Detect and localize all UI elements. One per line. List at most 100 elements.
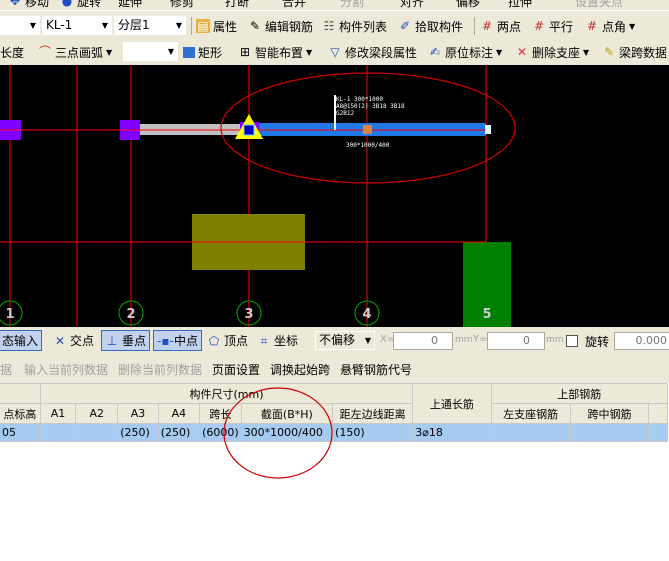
drawing-canvas[interactable]: KL-1 300*1000 A8@150(2) 3B18 3B18 G2B12 … (0, 65, 669, 327)
arc-dropdown[interactable]: ▼ (123, 42, 178, 61)
offset-dropdown[interactable]: 不偏移 ▼ (315, 331, 375, 350)
label: 构件列表 (339, 19, 388, 34)
menu-item[interactable]: 页面设置 (212, 361, 260, 378)
header-cell: 跨中钢筋 (569, 403, 650, 424)
midpoint-grip[interactable] (363, 125, 372, 134)
table-cell[interactable]: (150) (332, 423, 414, 442)
table-cell[interactable]: (250) (117, 423, 159, 442)
table-cell[interactable]: 3⌀18 (412, 423, 492, 442)
header-group-top-rebar: 上部钢筋 (490, 383, 669, 404)
parallel-icon: # (533, 19, 545, 33)
label: 原位标注 (445, 45, 494, 60)
label: 拉伸 (508, 0, 533, 9)
rotate-icon: ● (61, 0, 73, 8)
midpoint-snap[interactable]: -▪- 中点 (153, 330, 203, 351)
header-cell: A1 (39, 403, 77, 424)
two-point-button[interactable]: # 两点 (480, 16, 521, 36)
delete-support-button[interactable]: ✕ 删除支座 ▼ (515, 42, 589, 62)
annotation-line: KL-1 300*1000 (336, 96, 383, 103)
align-button[interactable]: 对齐 (400, 0, 424, 10)
lengthen-button[interactable]: 加长度 (0, 42, 24, 62)
properties-button[interactable]: ▤ 属性 (196, 16, 237, 36)
vertex-snap[interactable]: ⬠ 顶点 (204, 330, 251, 351)
smart-layout-icon: ⊞ (239, 45, 251, 59)
properties-icon: ▤ (196, 19, 210, 33)
table-cell[interactable] (39, 423, 77, 442)
move-button[interactable]: ✥ 移动 (8, 0, 49, 10)
table-row[interactable]: 05 (250) (250) (6000) 300*1000/400 (150)… (0, 423, 668, 442)
chevron-down-icon: ▼ (496, 47, 503, 57)
y-input[interactable]: 0 (487, 332, 545, 350)
extend-button[interactable]: 延伸 (118, 0, 142, 10)
menu-item[interactable]: 数据 (0, 361, 12, 378)
dynamic-input-toggle[interactable]: 态输入 (0, 330, 43, 351)
value: 不偏移 (319, 333, 356, 347)
rotate-checkbox[interactable] (566, 335, 578, 347)
menu-item[interactable]: 删除当前列数据 (118, 361, 202, 378)
smart-layout-button[interactable]: ⊞ 智能布置 ▼ (238, 42, 312, 62)
merge-button[interactable]: 合并 (282, 0, 306, 10)
set-grip-button[interactable]: 设置夹点 (575, 0, 623, 10)
rotate-button[interactable]: ● 旋转 (60, 0, 101, 10)
chevron-down-icon: ▼ (583, 47, 590, 57)
table-cell[interactable] (490, 423, 571, 442)
toolbar-top: ✥ 移动 ● 旋转 延伸 修剪 打断 合并 分割 对齐 偏移 拉伸 设置夹点 (0, 0, 669, 10)
label: 智能布置 (255, 45, 304, 60)
label: 三点画弧 (55, 45, 104, 60)
intersect-snap[interactable]: ✕ 交点 (50, 330, 97, 351)
pick-component-button[interactable]: ✐ 拾取构件 (398, 16, 463, 36)
table-cell[interactable]: 05 (0, 423, 41, 442)
table-cell[interactable]: (6000) (199, 423, 242, 442)
axis-label: 1 (5, 307, 14, 322)
menu-item[interactable]: 悬臂钢筋代号 (340, 361, 412, 378)
modify-span-properties-button[interactable]: ▽ 修改梁段属性 (328, 42, 417, 62)
table-cell[interactable] (648, 423, 668, 442)
in-place-annotation-button[interactable]: ✍ 原位标注 ▼ (428, 42, 502, 62)
three-point-arc-button[interactable]: ⌒ 三点画弧 ▼ (38, 42, 112, 62)
table-cell[interactable] (75, 423, 119, 442)
break-button[interactable]: 打断 (225, 0, 249, 10)
axis-label: 4 (362, 307, 371, 322)
point-angle-button[interactable]: # 点角 ▼ (585, 16, 635, 36)
parallel-button[interactable]: # 平行 (532, 16, 573, 36)
component-dropdown[interactable]: KL-1 ▼ (42, 16, 112, 35)
offset-button[interactable]: 偏移 (456, 0, 480, 10)
grip-point[interactable] (243, 124, 255, 136)
chevron-down-icon: ▼ (106, 47, 113, 57)
table-cell[interactable] (569, 423, 650, 442)
trim-button[interactable]: 修剪 (170, 0, 194, 10)
label: 矩形 (198, 45, 223, 60)
header-cell: 点标高 (0, 403, 41, 424)
snap-bar: 态输入 ✕ 交点 ⊥ 垂点 -▪- 中点 ⬠ 顶点 ⌗ 坐标 不偏移 ▼ X= 0 mm Y… (0, 327, 669, 355)
span-data-button[interactable]: ✎ 梁跨数据 (602, 42, 667, 62)
menu-item[interactable]: 输入当前列数据 (24, 361, 108, 378)
chevron-down-icon: ▼ (167, 47, 174, 56)
table-cell[interactable]: 300*1000/400 (240, 423, 334, 442)
rectangle-button[interactable]: 矩形 (183, 42, 222, 62)
list-icon: ☷ (323, 19, 335, 33)
label: 两点 (497, 19, 522, 34)
label: 中点 (174, 334, 199, 348)
x-input[interactable]: 0 (393, 332, 453, 350)
label: 垂点 (122, 334, 147, 348)
layer-dropdown[interactable]: 分层1 ▼ (114, 16, 186, 35)
value: 分层1 (118, 18, 150, 32)
edit-rebar-button[interactable]: ✎ 编辑钢筋 (248, 16, 313, 36)
table-cell[interactable]: (250) (157, 423, 201, 442)
menu-item[interactable]: 调换起始跨 (270, 361, 330, 378)
label: 点角 (602, 19, 627, 34)
header-cell: 跨长 (199, 403, 242, 424)
coordinate-snap[interactable]: ⌗ 坐标 (254, 330, 301, 351)
type-dropdown[interactable]: ▼ (0, 16, 40, 35)
annotation-icon: ✍ (429, 45, 441, 59)
annotation-line: G2B12 (336, 110, 354, 117)
chevron-down-icon: ▼ (306, 47, 313, 57)
stretch-button[interactable]: 拉伸 (508, 0, 532, 10)
perpendicular-snap[interactable]: ⊥ 垂点 (101, 330, 151, 351)
label: 修剪 (170, 0, 195, 9)
two-point-icon: # (481, 19, 493, 33)
component-list-button[interactable]: ☷ 构件列表 (322, 16, 387, 36)
unit-label: mm (455, 335, 473, 345)
rotate-input[interactable]: 0.000 (614, 332, 669, 350)
split-button[interactable]: 分割 (340, 0, 364, 10)
